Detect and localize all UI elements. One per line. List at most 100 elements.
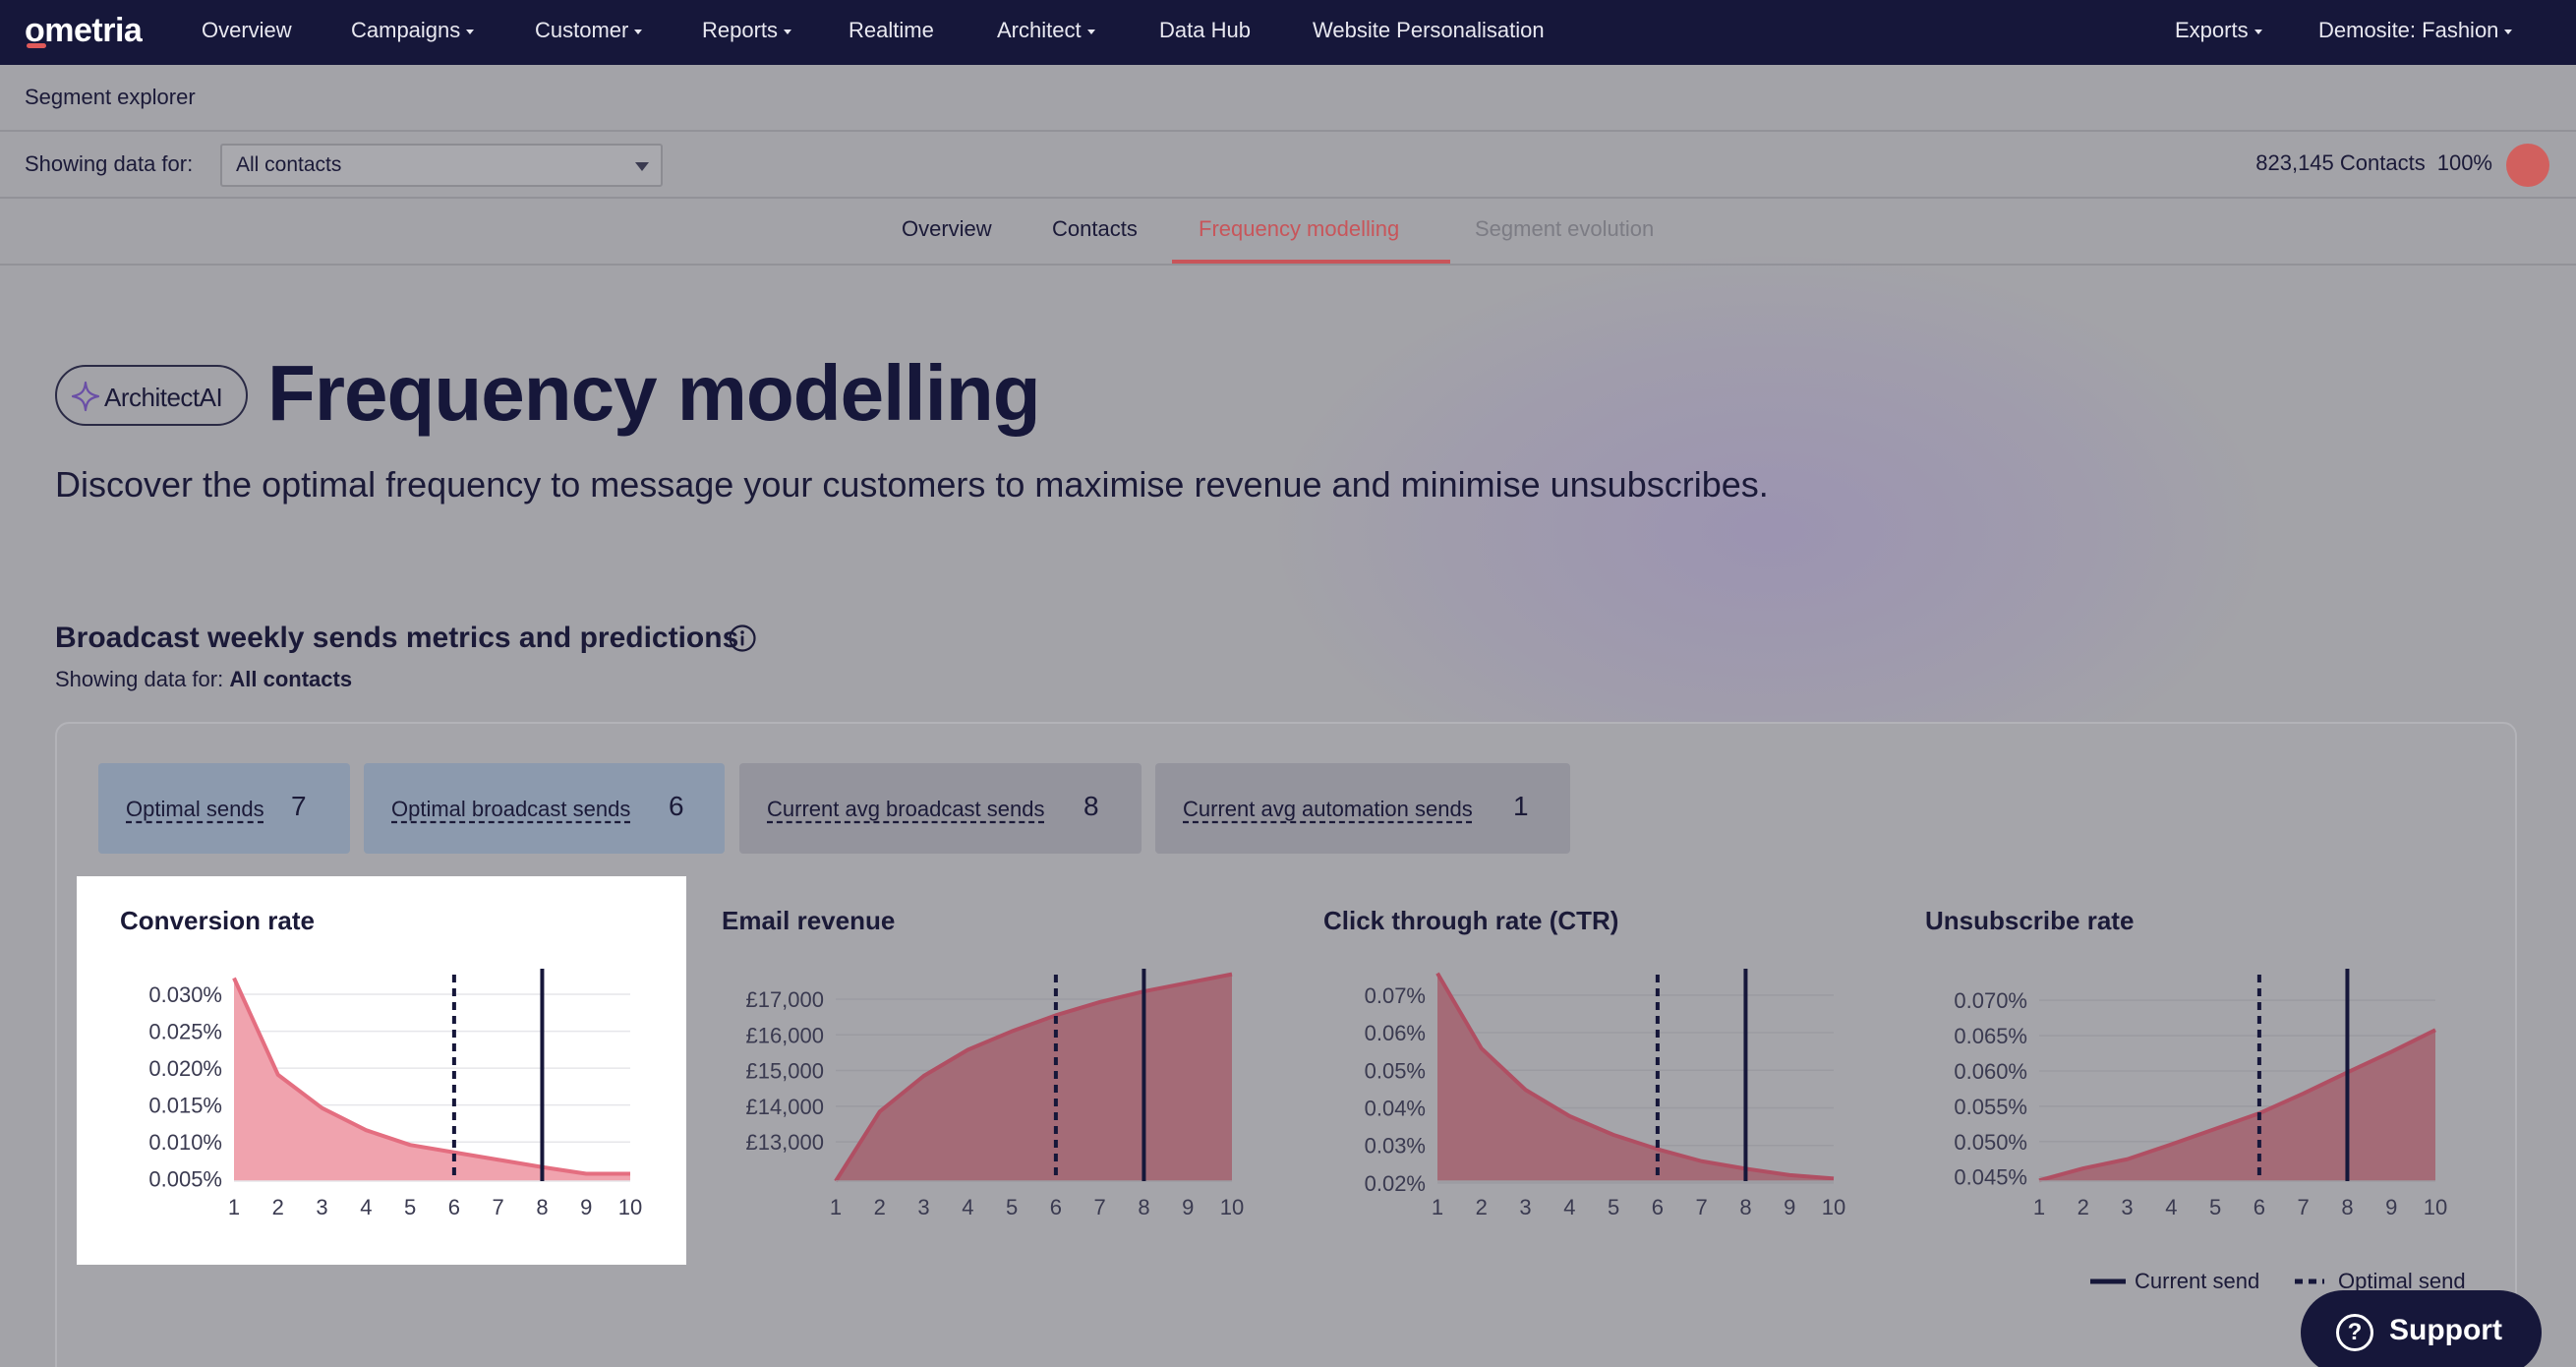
support-label: Support (2389, 1314, 2502, 1346)
x-tick-label: 10 (2424, 1195, 2447, 1219)
segment-select[interactable]: All contacts (220, 144, 663, 187)
y-tick-label: 0.03% (1365, 1134, 1426, 1159)
chart-ctr[interactable]: Click through rate (CTR) 0.07% 0.06% 0.05%… (1280, 876, 1890, 1265)
x-tick-label: 10 (1822, 1195, 1845, 1219)
segment-color-indicator (2506, 144, 2549, 187)
nav-customer[interactable]: Customer (535, 18, 643, 43)
x-tick-label: 9 (1182, 1195, 1194, 1219)
y-tick-label: 0.050% (1954, 1130, 2027, 1155)
support-button[interactable]: ? Support (2301, 1290, 2542, 1367)
chevron-down-icon (2254, 29, 2262, 34)
sparkle-icon (71, 381, 100, 412)
y-tick-label: £17,000 (745, 987, 824, 1012)
nav-campaigns[interactable]: Campaigns (351, 18, 475, 43)
x-tick-label: 8 (1138, 1195, 1149, 1219)
x-tick-label: 9 (580, 1195, 592, 1219)
hero-subtitle: Discover the optimal frequency to messag… (55, 464, 1769, 505)
stat-current-automation-sends[interactable]: Current avg automation sends 1 (1155, 763, 1570, 854)
chevron-down-icon (1086, 29, 1095, 34)
chart-email-revenue[interactable]: Email revenue £17,000 £16,000 £15,000 £14,0… (678, 876, 1288, 1265)
y-tick-label: 0.010% (148, 1130, 222, 1155)
stat-value: 6 (669, 791, 684, 821)
tab-bar: Overview Contacts Frequency modelling Se… (0, 199, 2576, 266)
legend-current-send: Current send (2135, 1269, 2260, 1293)
chart-svg: 0.070% 0.065% 0.060% 0.055% 0.050% 0.045%1 2 3 4… (1954, 969, 2447, 1219)
y-tick-label: £13,000 (745, 1130, 824, 1155)
x-tick-label: 5 (1608, 1195, 1619, 1219)
x-tick-label: 10 (1220, 1195, 1244, 1219)
stat-label: Current avg automation sends (1183, 797, 1473, 821)
optimal-send-legend-line (2295, 1278, 2324, 1284)
y-tick-label: 0.07% (1365, 983, 1426, 1008)
chart-svg: £17,000 £16,000 £15,000 £14,000 £13,000 1 2 3 4 5… (745, 969, 1244, 1219)
nav-data-hub[interactable]: Data Hub (1159, 18, 1251, 43)
y-tick-label: 0.05% (1365, 1058, 1426, 1083)
architect-ai-label: ArchitectAI (104, 383, 223, 412)
nav-realtime[interactable]: Realtime (849, 18, 934, 43)
hero-title: Frequency modelling (267, 349, 1041, 437)
info-icon[interactable] (728, 624, 757, 653)
x-tick-label: 6 (1652, 1195, 1664, 1219)
logo-swoosh-icon (27, 43, 46, 48)
x-tick-label: 5 (2209, 1195, 2221, 1219)
x-tick-label: 4 (2165, 1195, 2177, 1219)
chevron-down-icon (784, 29, 792, 34)
x-tick-label: 2 (2078, 1195, 2089, 1219)
y-tick-label: £16,000 (745, 1023, 824, 1047)
y-tick-label: 0.060% (1954, 1059, 2027, 1084)
y-tick-label: 0.045% (1954, 1165, 2027, 1190)
x-tick-label: 9 (1784, 1195, 1795, 1219)
segment-select-value: All contacts (236, 153, 342, 176)
chevron-down-icon (466, 29, 475, 34)
nav-website-personalisation[interactable]: Website Personalisation (1313, 18, 1545, 43)
tab-contacts[interactable]: Contacts (1052, 216, 1138, 242)
y-tick-label: 0.015% (148, 1094, 222, 1118)
x-tick-label: 6 (448, 1195, 460, 1219)
stat-optimal-broadcast-sends[interactable]: Optimal broadcast sends 6 (364, 763, 725, 854)
y-tick-label: 0.005% (148, 1167, 222, 1192)
tab-frequency-modelling[interactable]: Frequency modelling (1199, 216, 1399, 242)
x-tick-label: 4 (360, 1195, 372, 1219)
x-tick-label: 3 (2121, 1195, 2133, 1219)
y-tick-label: 0.020% (148, 1056, 222, 1081)
stat-value: 1 (1513, 791, 1529, 821)
y-tick-label: 0.02% (1365, 1171, 1426, 1196)
nav-account-switcher[interactable]: Demosite: Fashion (2318, 18, 2513, 43)
chart-conversion-rate[interactable]: Conversion rate 0.030% 0.025% 0.020% 0.015%… (77, 876, 686, 1265)
x-tick-label: 1 (830, 1195, 842, 1219)
x-tick-label: 1 (228, 1195, 240, 1219)
section-showing-data: Showing data for: All contacts (55, 667, 352, 692)
contacts-percent: 100% (2436, 150, 2492, 175)
stat-optimal-sends[interactable]: Optimal sends 7 (98, 763, 350, 854)
area-fill (234, 978, 630, 1181)
x-tick-label: 8 (536, 1195, 548, 1219)
x-tick-label: 8 (1739, 1195, 1751, 1219)
ometria-logo[interactable]: ometria (25, 12, 143, 50)
page-title: Segment explorer (25, 85, 196, 109)
x-tick-label: 2 (1476, 1195, 1488, 1219)
area-fill (1437, 973, 1834, 1181)
stat-current-broadcast-sends[interactable]: Current avg broadcast sends 8 (739, 763, 1142, 854)
x-tick-label: 6 (1050, 1195, 1062, 1219)
y-tick-label: 0.070% (1954, 988, 2027, 1013)
x-tick-label: 8 (2341, 1195, 2353, 1219)
x-tick-label: 2 (874, 1195, 886, 1219)
y-tick-label: 0.06% (1365, 1021, 1426, 1045)
dropdown-arrow-icon (635, 162, 649, 171)
nav-exports[interactable]: Exports (2175, 18, 2262, 43)
chart-unsubscribe-rate[interactable]: Unsubscribe rate 0.070% 0.065% 0.060% 0.055… (1882, 876, 2491, 1265)
nav-reports[interactable]: Reports (702, 18, 792, 43)
x-tick-label: 1 (1432, 1195, 1443, 1219)
y-tick-label: 0.030% (148, 982, 222, 1007)
stat-label: Optimal broadcast sends (391, 797, 631, 821)
current-send-legend-line (2090, 1278, 2126, 1284)
nav-architect[interactable]: Architect (997, 18, 1095, 43)
section-showing-prefix: Showing data for: (55, 667, 224, 691)
nav-overview[interactable]: Overview (202, 18, 292, 43)
tab-overview[interactable]: Overview (902, 216, 992, 242)
chevron-down-icon (634, 29, 643, 34)
y-tick-label: 0.055% (1954, 1095, 2027, 1119)
stat-value: 7 (291, 791, 307, 821)
showing-data-label: Showing data for: (25, 151, 194, 176)
tab-segment-evolution: Segment evolution (1475, 216, 1655, 241)
